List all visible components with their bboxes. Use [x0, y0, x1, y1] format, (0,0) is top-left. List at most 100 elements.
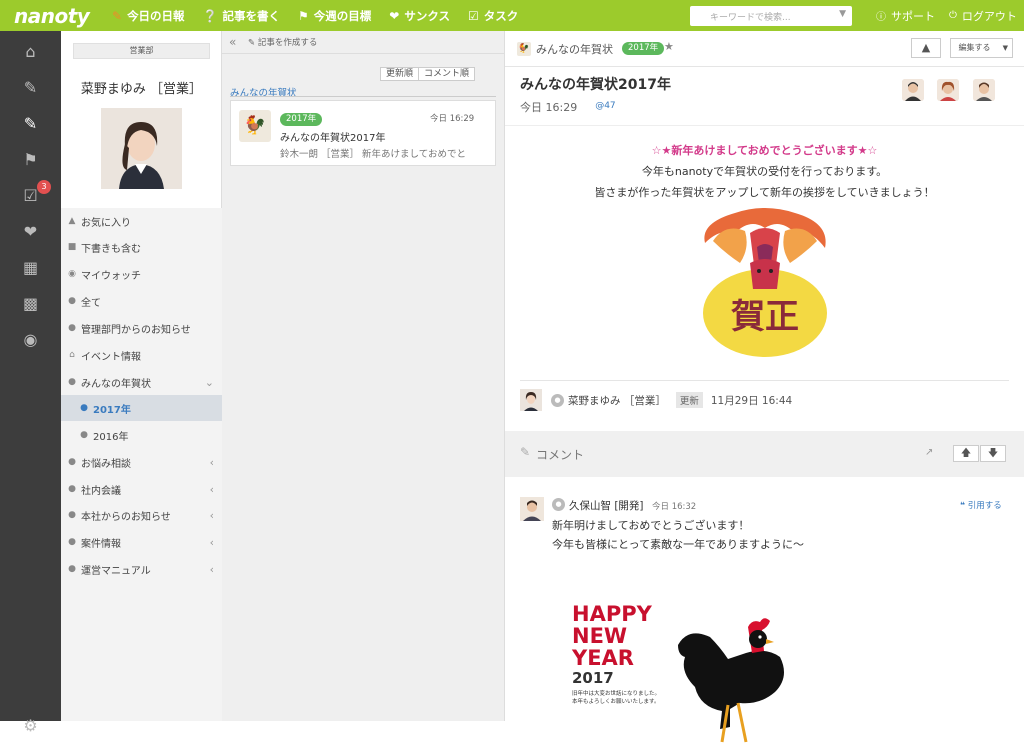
sidebar-item-label: 2017年 — [93, 404, 131, 416]
chevron-left-icon[interactable]: ‹ — [210, 563, 214, 576]
user-name[interactable]: 菜野まゆみ ［営業］ — [61, 78, 222, 97]
mention-count[interactable]: @47 — [595, 99, 615, 115]
sidebar-item-newyear-cards[interactable]: ● みんなの年賀状 ⌄ — [61, 369, 222, 395]
task-icon: ☑ — [468, 8, 479, 23]
chevron-left-icon[interactable]: ‹ — [210, 509, 214, 522]
author-name[interactable]: 菜野まゆみ ［営業］ — [568, 393, 666, 408]
sidebar-item-label: お悩み相談 — [81, 458, 131, 470]
comment-card-image[interactable]: HAPPY NEW YEAR 2017 旧年中は大変お世話になりました。 本年も… — [570, 597, 810, 747]
sidebar-item-hq-notice[interactable]: ● 本社からのお知らせ ‹ — [61, 502, 222, 528]
edit-button[interactable]: 編集する ▼ — [950, 38, 1013, 58]
chat-icon[interactable]: ✎ — [0, 114, 61, 133]
sidebar: 営業部 菜野まゆみ ［営業］ ▲ お気に入り ■ 下書きも含む ◉ マイウォッチ ● 全… — [61, 31, 222, 721]
sidebar-item-2016[interactable]: ● 2016年 — [61, 422, 222, 448]
home-icon[interactable]: ⌂ — [0, 42, 61, 61]
sidebar-item-label: お気に入り — [81, 217, 131, 229]
chevron-down-icon[interactable]: ▼ — [839, 9, 846, 19]
card-2017: 2017 — [572, 669, 614, 687]
sidebar-item-mywatch[interactable]: ◉ マイウォッチ — [61, 261, 222, 287]
divider — [230, 96, 496, 97]
nav-label: 今日の日報 — [127, 8, 185, 23]
nav-today-report[interactable]: ✎ 今日の日報 — [112, 8, 185, 24]
avatar[interactable] — [937, 79, 959, 101]
task-icon[interactable]: ☑ 3 — [0, 180, 61, 205]
newyear-card-image[interactable]: 賀正 — [695, 203, 835, 359]
nav-task[interactable]: ☑ タスク — [468, 8, 518, 24]
user-avatar[interactable] — [101, 108, 182, 189]
flag-icon[interactable]: ⚑ — [0, 150, 61, 169]
users-icon: ● — [80, 430, 88, 440]
nav-label: 記事を書く — [222, 8, 281, 23]
avatar[interactable] — [520, 497, 544, 521]
search-input[interactable]: キーワードで検索... ▼ — [690, 6, 852, 26]
post-line: 皆さまが作った年賀状をアップして新年の挨拶をしていきましょう！ — [594, 186, 935, 199]
sidebar-item-manual[interactable]: ● 運営マニュアル ‹ — [61, 556, 222, 582]
heart-icon: ❤ — [389, 8, 400, 23]
sidebar-item-label: 全て — [81, 297, 101, 309]
nav-thanks[interactable]: ❤ サンクス — [389, 8, 450, 24]
pin-button[interactable]: ▲ — [911, 38, 941, 58]
chevron-left-icon[interactable]: ‹ — [210, 483, 214, 496]
nav-write-post[interactable]: ❔ 記事を書く — [203, 8, 280, 24]
sort-updated-button[interactable]: 更新順 — [380, 67, 420, 81]
chevron-left-icon[interactable]: ‹ — [210, 536, 214, 549]
power-icon: ⏻ — [949, 10, 957, 21]
avatar[interactable] — [520, 389, 542, 411]
gear-icon[interactable]: ⚙ — [0, 716, 61, 735]
pencil-icon: ✎ — [248, 38, 256, 48]
post-time: 今日 16:29 — [430, 114, 475, 124]
collapse-icon[interactable]: « — [229, 35, 236, 49]
sidebar-item-consult[interactable]: ● お悩み相談 ‹ — [61, 449, 222, 475]
home-icon: ⌂ — [69, 350, 75, 360]
sidebar-item-favorites[interactable]: ▲ お気に入り — [61, 208, 222, 234]
globe-icon[interactable]: ◉ — [0, 330, 61, 349]
comment-line: 新年明けましておめでとうございます！ — [552, 519, 750, 532]
edit-icon[interactable]: ✎ — [0, 78, 61, 97]
logo[interactable]: nanoty — [0, 4, 92, 28]
chevron-left-icon[interactable]: ‹ — [210, 456, 214, 469]
sort-comment-button[interactable]: コメント順 — [419, 67, 476, 81]
edit-button-label: 編集する — [958, 43, 991, 52]
sidebar-item-events[interactable]: ⌂ イベント情報 — [61, 342, 222, 368]
sidebar-item-label: 2016年 — [93, 431, 129, 443]
expand-icon[interactable]: ↗ — [925, 447, 933, 458]
sidebar-item-2017[interactable]: ● 2017年 — [61, 395, 222, 421]
users-icon: ● — [80, 403, 88, 413]
sidebar-item-meetings[interactable]: ● 社内会議 ‹ — [61, 476, 222, 502]
comment-author[interactable]: 久保山智 [開発] — [569, 498, 644, 513]
quote-icon: ❝ — [960, 501, 965, 511]
comment-header-label: コメント — [536, 448, 585, 462]
card-new: NEW — [572, 624, 627, 648]
new-post-link[interactable]: ✎ 記事を作成する — [248, 36, 317, 48]
post-category[interactable]: みんなの年賀状 — [536, 41, 613, 57]
category-icon: 🐓 — [517, 42, 531, 56]
card-text: 賀正 — [731, 297, 799, 337]
avatar[interactable] — [973, 79, 995, 101]
address-book-icon[interactable]: ▦ — [0, 258, 61, 277]
post-excerpt: 鈴木一朗 ［営業］ 新年あけましておめでと — [280, 149, 466, 160]
pin-icon: ▲ — [68, 216, 76, 226]
sidebar-item-admin-notice[interactable]: ● 管理部門からのお知らせ — [61, 315, 222, 341]
users-icon: ● — [68, 377, 76, 387]
heart-icon[interactable]: ❤ — [0, 222, 61, 241]
post-tag[interactable]: 2017年 — [622, 42, 665, 55]
post-title: みんなの年賀状2017年 — [520, 77, 671, 93]
support-link[interactable]: ⓘ サポート — [876, 0, 935, 31]
post-greeting: ☆★新年あけましておめでとうございます★☆ — [651, 144, 878, 157]
sidebar-item-projects[interactable]: ● 案件情報 ‹ — [61, 529, 222, 555]
chevron-down-icon[interactable]: ⌄ — [205, 376, 214, 389]
sidebar-item-drafts[interactable]: ■ 下書きも含む — [61, 234, 222, 260]
chart-icon[interactable]: ▩ — [0, 294, 61, 313]
star-icon[interactable]: ★ — [664, 40, 674, 53]
logout-link[interactable]: ⏻ ログアウト — [949, 0, 1017, 31]
nav-weekly-goal[interactable]: ⚑ 今週の目標 — [298, 8, 371, 24]
scroll-down-button[interactable]: 🡇 — [980, 445, 1006, 462]
quote-link[interactable]: ❝ 引用する — [960, 499, 1002, 511]
scroll-up-button[interactable]: 🡅 — [953, 445, 979, 462]
sidebar-item-all[interactable]: ● 全て — [61, 288, 222, 314]
avatar[interactable] — [902, 79, 924, 101]
top-bar: nanoty ✎ 今日の日報 ❔ 記事を書く ⚑ 今週の目標 ❤ サンクス ☑ … — [0, 0, 1024, 31]
diary-icon: ✎ — [112, 8, 123, 23]
users-icon: ● — [68, 537, 76, 547]
post-card[interactable]: 🐓 2017年 今日 16:29 みんなの年賀状2017年 鈴木一朗 ［営業］ … — [230, 100, 496, 166]
